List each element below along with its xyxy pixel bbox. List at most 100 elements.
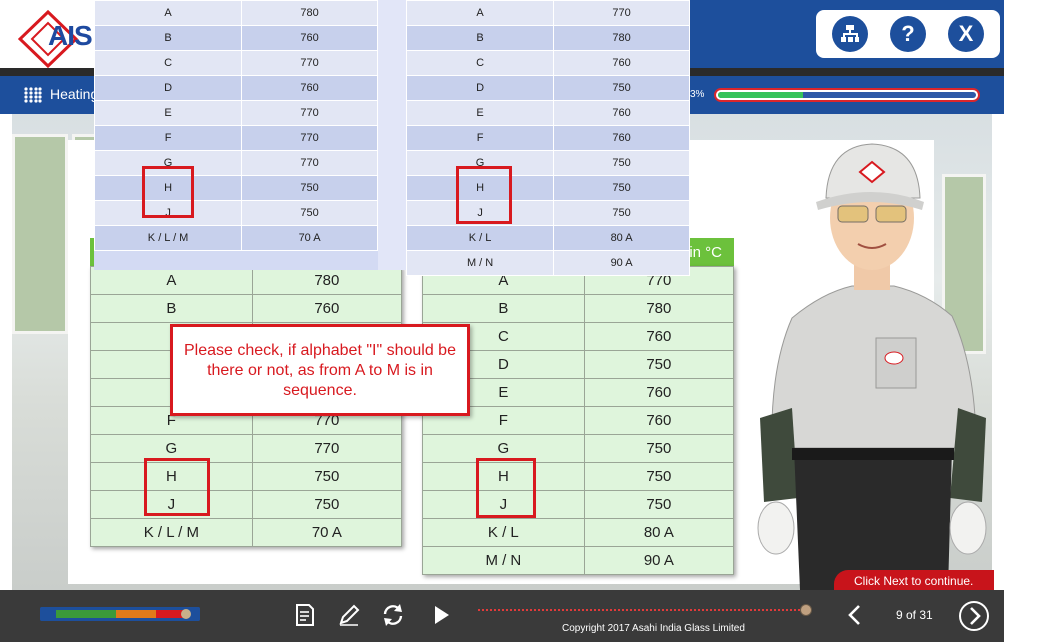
value-cell: 780 [251,266,403,295]
value-cell: 770 [251,434,403,463]
grade-cell: D [93,75,243,101]
overlay-row: F 770 [93,125,378,151]
grade-cell: K / L / M [90,518,253,547]
sitemap-icon [841,25,859,42]
play-icon[interactable] [428,602,454,628]
replay-icon[interactable] [380,602,406,628]
table-row: H 750 [422,462,735,491]
grade-cell: K / L / M [93,225,243,251]
table-row: H 750 [90,462,403,491]
grade-cell: A [405,0,555,26]
value-cell: 750 [553,75,690,101]
next-hint-tab: Click Next to continue. [834,570,994,592]
instruction-callout: Please check, if alphabet "I" should be … [170,324,470,416]
value-cell: 760 [553,50,690,76]
value-cell: 770 [241,100,378,126]
presenter-character [757,143,987,590]
value-cell: 750 [553,175,690,201]
previous-icon[interactable] [842,602,868,628]
highlight-box-right-hj [476,458,536,518]
value-cell: 750 [553,200,690,226]
overlay-row: G 750 [405,150,690,176]
table-row: J 750 [422,490,735,519]
value-cell: 760 [583,322,735,351]
value-cell: 760 [553,100,690,126]
overlay-highlight-left-hj [142,166,194,218]
overlay-row: K / L 80 A [405,225,690,251]
grade-cell: M / N [422,546,585,575]
page-indicator: 9 of 31 [896,608,933,622]
menu-grid-icon[interactable] [24,87,42,103]
value-cell: 750 [251,490,403,519]
next-icon[interactable] [958,600,990,632]
grade-cell: F [405,125,555,151]
overlay-row: J 750 [405,200,690,226]
exit-button[interactable]: X [948,16,984,52]
overlay-row: M / N 90 A [405,250,690,276]
timeline-track[interactable] [478,609,808,613]
value-cell: 760 [553,125,690,151]
overlay-row: D 760 [93,75,378,101]
value-cell: 750 [553,150,690,176]
value-cell: 780 [583,294,735,323]
value-cell: 70 A [251,518,403,547]
value-cell: 770 [553,0,690,26]
table-row: A 780 [90,266,403,295]
value-cell: 770 [241,125,378,151]
overlay-row: H 750 [93,175,378,201]
zoomed-table-overlay: A 780 B 760 C 770 D 760 E 770 F 770 G 770 H 750 J 750 K / … [93,0,690,276]
value-cell: 750 [583,490,735,519]
value-cell: 760 [583,378,735,407]
overlay-row: K / L / M 70 A [93,225,378,251]
table-row: M / N 90 A [422,546,735,575]
grade-cell: B [422,294,585,323]
value-cell: 760 [583,406,735,435]
module-title: Heating [50,86,99,102]
value-cell: 80 A [583,518,735,547]
value-cell: 780 [241,0,378,26]
course-progress-fill [718,92,804,98]
value-cell: 750 [241,200,378,226]
logo-text: AIS [48,20,93,51]
value-cell: 770 [241,50,378,76]
overlay-row: B 760 [93,25,378,51]
table-row: K / L / M 70 A [90,518,403,547]
table-row: G 770 [90,434,403,463]
grade-cell: K / L [405,225,555,251]
value-cell: 750 [241,175,378,201]
overlay-row: A 780 [93,0,378,26]
value-cell: 80 A [553,225,690,251]
overlay-row: C 770 [93,50,378,76]
course-progress-bar [714,88,980,102]
value-cell: 760 [241,75,378,101]
grade-cell: B [90,294,253,323]
table-row: B 760 [90,294,403,323]
grade-cell: M / N [405,250,555,276]
overlay-highlight-right-hj [456,166,512,224]
timeline-knob[interactable] [800,604,812,616]
grade-cell: D [405,75,555,101]
value-cell: 90 A [553,250,690,276]
sitemap-button[interactable] [832,16,868,52]
value-cell: 760 [241,25,378,51]
value-cell: 70 A [241,225,378,251]
notes-pencil-icon[interactable] [336,602,362,628]
overlay-row: A 770 [405,0,690,26]
grade-cell: B [93,25,243,51]
value-cell: 760 [251,294,403,323]
overlay-row: E 770 [93,100,378,126]
volume-meter[interactable] [40,607,200,621]
header-button-group: ? X [816,10,1000,58]
copyright-text: Copyright 2017 Asahi India Glass Limited [562,623,745,634]
value-cell: 750 [583,462,735,491]
overlay-right-table: A 770 B 780 C 760 D 750 E 760 F 760 G 750 H 750 J 750 K / … [405,0,690,276]
help-button[interactable]: ? [890,16,926,52]
transcript-icon[interactable] [292,602,318,628]
grade-cell: C [93,50,243,76]
grade-cell: E [93,100,243,126]
right-data-table: A 770 B 780 C 760 D 750 E 760 F 760 G 750 H 750 J 750 K / … [422,266,735,575]
overlay-row: C 760 [405,50,690,76]
overlay-row: B 780 [405,25,690,51]
grade-cell: F [93,125,243,151]
table-row: G 750 [422,434,735,463]
